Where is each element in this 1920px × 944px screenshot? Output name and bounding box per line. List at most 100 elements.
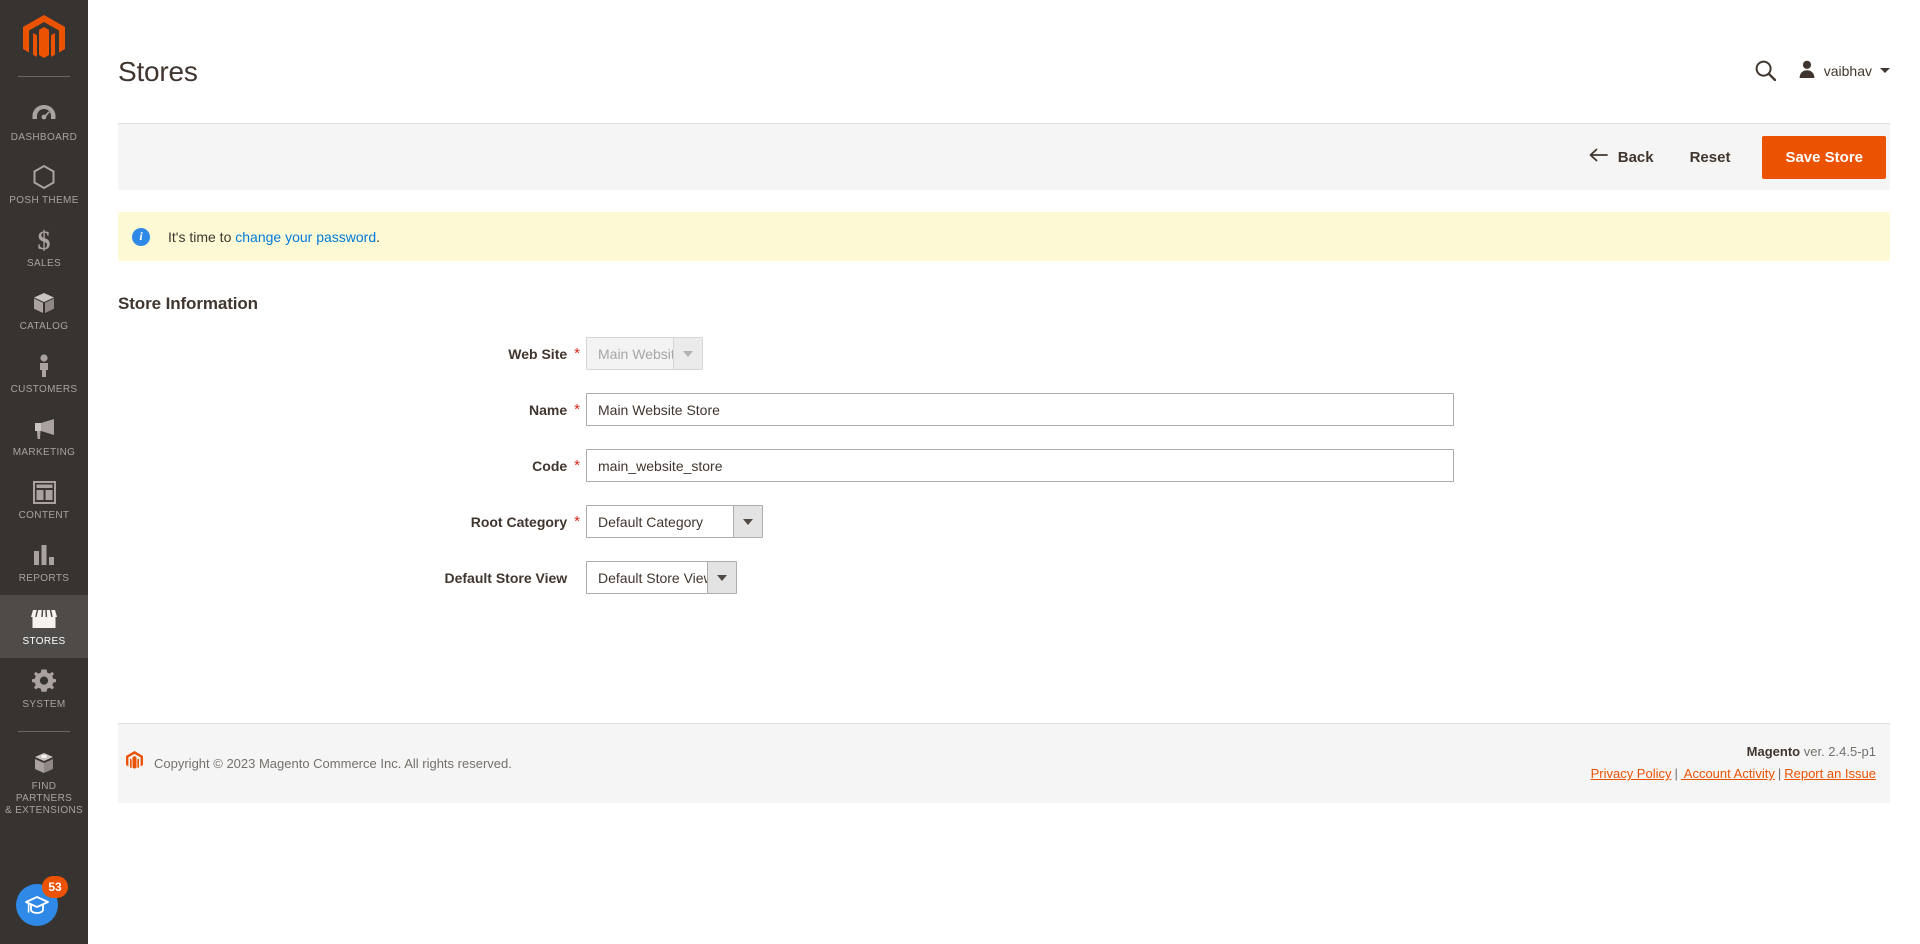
field-control	[586, 449, 1454, 482]
version-line: Magento ver. 2.4.5-p1	[1591, 744, 1876, 759]
version-text: ver. 2.4.5-p1	[1800, 744, 1876, 759]
sidebar-item-label: Marketing	[12, 447, 76, 458]
sidebar-item-label: Catalog	[19, 321, 69, 332]
root-category-select-value: Default Category	[598, 513, 704, 530]
sidebar-item-marketing[interactable]: Marketing	[0, 406, 88, 469]
sidebar: Dashboard Posh Theme $ Sales Catalog	[0, 0, 88, 944]
report-an-issue-link[interactable]: Report an Issue	[1784, 766, 1876, 781]
field-row-default-store-view: Default Store View * Default Store View	[118, 561, 1890, 594]
sidebar-item-posh-theme[interactable]: Posh Theme	[0, 154, 88, 217]
footer-links: Privacy Policy | Account Activity | Report …	[1591, 766, 1876, 781]
page-footer: Copyright © 2023 Magento Commerce Inc. A…	[118, 723, 1890, 803]
chevron-down-icon	[673, 338, 702, 369]
box-icon	[31, 291, 57, 315]
sidebar-item-label: Posh Theme	[9, 195, 79, 206]
sidebar-item-content[interactable]: Content	[0, 469, 88, 532]
privacy-policy-link[interactable]: Privacy Policy	[1591, 766, 1672, 781]
dashboard-icon	[31, 102, 57, 126]
default-store-view-select[interactable]: Default Store View	[586, 561, 737, 594]
brand-name: Magento	[1746, 744, 1801, 759]
field-label-box: Name *	[118, 402, 580, 418]
megaphone-icon	[31, 417, 57, 441]
sidebar-item-label: Reports	[18, 573, 70, 584]
dollar-icon: $	[31, 227, 57, 253]
field-row-code: Code *	[118, 449, 1890, 482]
page-actions-toolbar: Back Reset Save Store	[118, 123, 1890, 190]
magento-logo-icon	[23, 15, 65, 58]
web-site-select-value: Main Website	[598, 345, 683, 362]
default-store-view-select-value: Default Store View	[598, 569, 714, 586]
sidebar-item-customers[interactable]: Customers	[0, 343, 88, 406]
change-password-link[interactable]: change your password	[235, 229, 376, 245]
chevron-down-icon[interactable]	[733, 506, 762, 537]
sidebar-item-sales[interactable]: $ Sales	[0, 217, 88, 280]
field-label: Default Store View	[444, 569, 568, 586]
section-title: Store Information	[118, 294, 258, 313]
field-label-box: Web Site *	[118, 346, 580, 362]
root-category-select[interactable]: Default Category	[586, 505, 763, 538]
field-label: Root Category	[470, 513, 568, 530]
sidebar-item-system[interactable]: System	[0, 658, 88, 721]
help-badge-count: 53	[42, 876, 68, 898]
sidebar-item-label: Sales	[27, 258, 61, 269]
user-name-label: vaibhav	[1823, 62, 1872, 79]
field-label-box: Default Store View *	[118, 570, 580, 586]
message-text-before: It's time to	[168, 228, 236, 245]
sidebar-item-stores[interactable]: Stores	[0, 595, 88, 658]
help-widget[interactable]: 53	[16, 876, 68, 926]
save-store-button[interactable]: Save Store	[1762, 135, 1886, 179]
sidebar-item-label: Find Partners & Extensions	[4, 781, 84, 816]
footer-link-separator: |	[1674, 766, 1678, 781]
field-control	[586, 393, 1454, 426]
required-marker: *	[574, 344, 580, 362]
field-label-box: Root Category *	[118, 514, 580, 530]
bar-chart-icon	[31, 543, 57, 567]
sidebar-divider-top	[18, 76, 70, 77]
footer-link-separator: |	[1777, 766, 1782, 781]
sidebar-item-catalog[interactable]: Catalog	[0, 280, 88, 343]
message-text-after: .	[376, 228, 381, 245]
footer-right: Magento ver. 2.4.5-p1 Privacy Policy | Ac…	[1591, 744, 1876, 781]
svg-text:$: $	[38, 227, 51, 253]
sidebar-divider-bottom	[18, 731, 70, 732]
message-text: It's time to change your password.	[168, 228, 380, 246]
field-row-name: Name *	[118, 393, 1890, 426]
field-row-root-category: Root Category * Default Category	[118, 505, 1890, 538]
sidebar-item-label: Content	[18, 510, 70, 521]
sidebar-item-dashboard[interactable]: Dashboard	[0, 91, 88, 154]
name-input[interactable]	[586, 393, 1454, 426]
back-button[interactable]: Back	[1575, 140, 1668, 174]
sidebar-item-find-partners[interactable]: Find Partners & Extensions	[0, 740, 88, 827]
user-menu[interactable]: vaibhav	[1798, 60, 1890, 81]
page-title: Stores	[118, 56, 198, 87]
footer-left: Copyright © 2023 Magento Commerce Inc. A…	[126, 751, 512, 775]
info-icon: i	[132, 227, 150, 246]
storefront-icon	[31, 606, 57, 630]
person-icon	[31, 354, 57, 378]
field-label: Code	[532, 457, 568, 474]
field-label: Name	[529, 401, 568, 418]
store-information-form: Store Information Web Site * Main Websit…	[88, 294, 1920, 594]
magento-mark-icon	[126, 751, 143, 775]
field-control: Default Store View	[586, 561, 737, 594]
web-site-select: Main Website	[586, 337, 703, 370]
page-header: Stores vaibhav	[88, 0, 1920, 123]
field-row-web-site: Web Site * Main Website	[118, 337, 1890, 370]
gear-icon	[31, 669, 57, 693]
password-message-bar: i It's time to change your password.	[118, 212, 1890, 261]
chevron-down-icon[interactable]	[707, 562, 736, 593]
sidebar-item-label: Dashboard	[10, 132, 78, 143]
field-control: Default Category	[586, 505, 763, 538]
required-marker: *	[574, 512, 580, 530]
reset-button[interactable]: Reset	[1668, 141, 1753, 174]
search-icon[interactable]	[1755, 60, 1776, 81]
magento-logo[interactable]	[0, 0, 88, 76]
sidebar-item-reports[interactable]: Reports	[0, 532, 88, 595]
field-control: Main Website	[586, 337, 703, 370]
code-input[interactable]	[586, 449, 1454, 482]
back-button-label: Back	[1617, 148, 1654, 166]
account-activity-link[interactable]: Account Activity	[1681, 766, 1775, 781]
hexagon-icon	[31, 165, 57, 189]
layout-icon	[31, 480, 57, 504]
required-marker: *	[574, 456, 580, 474]
